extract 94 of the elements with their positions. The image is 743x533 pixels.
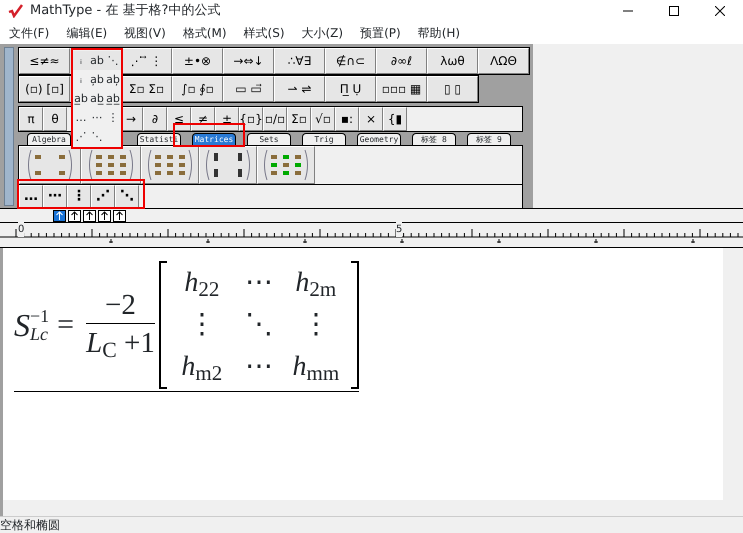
palette-button[interactable]: →⇔↓ [223,48,274,74]
menu-item[interactable]: ⋯ [89,108,105,127]
matrix-cell-text: ⋮ [300,308,331,342]
palette-button[interactable]: ∴∀∃ [274,48,325,74]
menu-item[interactable]: ab̲ [89,89,105,108]
close-icon [715,6,725,16]
matrix-cell-text: h$_{mm}$ [292,350,340,384]
tab[interactable]: Matrices [192,133,236,145]
palette-button[interactable]: ▯ ▯ [427,76,478,102]
denominator: L$_{C}$ +1 [86,326,155,362]
symbol-button[interactable]: ± [215,107,239,131]
menu-item[interactable]: a̦b [89,70,105,89]
menu-item[interactable]: 格式(M) [174,22,235,44]
style-button[interactable] [113,210,126,222]
menu-item[interactable]: ᵢ [73,70,89,89]
ruler-label: 0 [18,222,24,237]
symbol-button[interactable]: √▫ [311,107,335,131]
matrix-cell-text: ⋯ [244,266,274,300]
palette-button[interactable]: ∉∩⊂ [325,48,376,74]
numerator: −2 [86,287,155,324]
minimize-icon [623,10,633,12]
menu-item[interactable]: ᵢ [73,51,89,70]
equals-sign: = [57,307,74,343]
subscript: Lc [30,324,49,342]
matrix-template-button[interactable] [199,146,257,184]
symbol-button[interactable]: ▪: [335,107,359,131]
menu-item[interactable]: ⋰ [73,127,89,146]
menu-item[interactable]: ⋮ [105,108,121,127]
palette-button[interactable]: ∂∞ℓ [376,48,427,74]
dots-button[interactable]: … [19,185,43,208]
style-button[interactable] [53,210,66,222]
menu-item[interactable]: … [73,108,89,127]
matrix-cell-text: h$_{22}$ [183,266,220,300]
palette-button[interactable]: (▫) [▫] [19,76,70,102]
equation-symbol: S [14,306,30,344]
menu-item[interactable]: 文件(F) [0,22,58,44]
ruler-label: 5 [396,222,402,237]
matrix-cell-text: ⋱ [244,308,274,342]
matrix-cell-text: h$_{2m}$ [294,266,338,300]
matrix-cell-text: ⋯ [244,350,274,384]
dots-button[interactable]: ⋱ [115,185,139,208]
menu-item[interactable]: 大小(Z) [292,22,352,44]
tab[interactable]: Algebra [27,133,71,145]
palette-button[interactable]: Π̲ Ụ [325,76,376,102]
palette-button[interactable]: ⇀ ⇌ [274,76,325,102]
palette-button[interactable]: ±•⊗ [172,48,223,74]
palette-button[interactable]: ▫▫▫ ▦ [376,76,427,102]
dots-button[interactable]: ⋯ [43,185,67,208]
symbol-button[interactable]: ▫/▫ [263,107,287,131]
style-button[interactable] [68,210,81,222]
palette-button[interactable]: ≤≠≈ [19,48,70,74]
menu-item[interactable]: a̲b [73,89,89,108]
menu-item[interactable]: 视图(V) [115,22,174,44]
vertical-scrollbar[interactable] [723,248,743,500]
tab[interactable]: Geometry [357,133,401,145]
menu-item[interactable]: ⋱ [89,127,105,146]
dots-button[interactable]: ⋰ [91,185,115,208]
symbol-button[interactable]: θ [43,107,67,131]
menu-item[interactable]: a̲b̲ [105,89,121,108]
matrix-cell-text: h$_{m2}$ [180,350,224,384]
menu-item[interactable]: ab [89,51,105,70]
symbol-button[interactable]: ≠ [191,107,215,131]
status-text: 空格和椭圆 [0,518,60,532]
style-button[interactable] [83,210,96,222]
window-title: MathType - 在 基于格?中的公式 [29,2,222,20]
menu-item[interactable]: 帮助(H) [408,22,468,44]
tab[interactable]: 标签 8 [412,133,456,145]
menu-item[interactable]: ab̦ [105,70,121,89]
symbol-button[interactable]: π [19,107,43,131]
superscript: −1 [30,306,50,324]
tab[interactable]: Sets [247,133,291,145]
menu-item[interactable]: ⋱ [105,51,121,70]
palette-button[interactable]: ⋰ ⃗ ⋮ [121,48,172,74]
menu-item[interactable]: 预置(P) [351,22,409,44]
tab[interactable]: Trig [302,133,346,145]
symbol-button[interactable]: Σ▫ [287,107,311,131]
tab[interactable]: 标签 9 [467,133,511,145]
maximize-icon [669,6,679,16]
style-button[interactable] [98,210,111,222]
menu-item[interactable]: 编辑(E) [57,22,116,44]
palette-button[interactable]: ∫▫ ∮▫ [172,76,223,102]
dots-button[interactable]: ⋮ [67,185,91,208]
logo-icon [8,4,24,18]
palette-button[interactable]: ▭ ▭⃗ [223,76,274,102]
menu-item[interactable]: 样式(S) [234,22,292,44]
symbol-button[interactable]: ≤ [167,107,191,131]
palette-button[interactable]: Σ▫ Σ▫ [121,76,172,102]
symbol-button[interactable]: {▮ [383,107,407,131]
symbol-button[interactable]: ∂ [143,107,167,131]
matrix-cell-text: ⋮ [186,308,217,342]
toolbar-handle[interactable] [4,47,14,206]
palette-button[interactable]: ΛΩΘ [478,48,529,74]
palette-button[interactable]: λωθ [427,48,478,74]
symbol-button[interactable]: × [359,107,383,131]
